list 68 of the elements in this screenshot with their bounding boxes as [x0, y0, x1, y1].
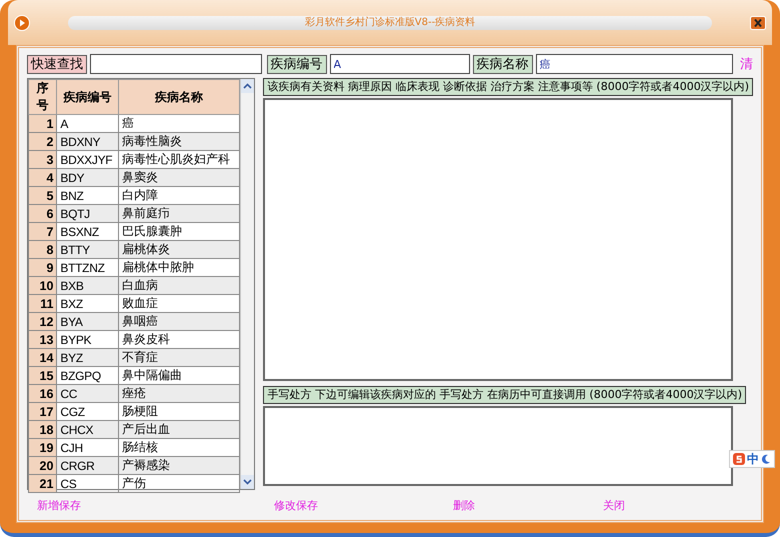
table-cell: CC: [56, 384, 118, 402]
scroll-down-icon[interactable]: [241, 475, 254, 489]
moon-icon[interactable]: [761, 454, 771, 464]
table-cell: 鼻咽癌: [118, 312, 240, 330]
action-link[interactable]: 删除: [453, 498, 475, 512]
action-link[interactable]: 新增保存: [37, 498, 81, 512]
table-cell: 18: [28, 420, 57, 438]
table-cell: 3: [28, 150, 57, 168]
disease-code-field[interactable]: A: [330, 54, 470, 74]
table-cell: 15: [28, 366, 57, 384]
prescription-text-area[interactable]: [263, 406, 734, 486]
table-cell: BYZ: [56, 348, 118, 366]
table-cell: 鼻窦炎: [118, 168, 240, 186]
table-cell: 白血病: [118, 276, 240, 294]
action-link[interactable]: 修改保存: [274, 498, 318, 512]
window-title: 彩月软件乡村门诊标准版V8--疾病资料: [68, 16, 712, 30]
table-cell: 9: [28, 258, 57, 276]
table-cell: 痤疮: [118, 384, 240, 402]
quick-search-field[interactable]: [90, 54, 262, 74]
play-icon[interactable]: [14, 14, 30, 30]
table-cell: 19: [28, 438, 57, 456]
table-cell: 16: [28, 384, 57, 402]
table-cell: CRGR: [56, 456, 118, 474]
table-cell: 产后出血: [118, 420, 240, 438]
column-header: 序号: [28, 80, 57, 114]
table-cell: BQTJ: [56, 204, 118, 222]
table-cell: 14: [28, 348, 57, 366]
table-cell: 产伤: [118, 474, 240, 492]
table-cell: 7: [28, 222, 57, 240]
column-header: 疾病编号: [56, 80, 118, 114]
column-header: 疾病名称: [118, 80, 240, 114]
table-cell: 产褥感染: [118, 456, 240, 474]
disease-name-label: 疾病名称: [472, 54, 533, 74]
table-cell: CHCX: [56, 420, 118, 438]
table-cell: BTTY: [56, 240, 118, 258]
table-cell: CS: [56, 474, 118, 492]
table-cell: BDXNY: [56, 132, 118, 150]
ime-logo-icon[interactable]: [733, 453, 745, 465]
table-cell: 不育症: [118, 348, 240, 366]
table-cell: 病毒性脑炎: [118, 132, 240, 150]
table-cell: 6: [28, 204, 57, 222]
table-cell: 13: [28, 330, 57, 348]
table-cell: 1: [28, 114, 57, 132]
table-cell: BXB: [56, 276, 118, 294]
prescription-label: 手写处方 下边可编辑该疾病对应的 手写处方 在病历中可直接调用 (8000字符或者4000汉字以内): [263, 386, 746, 404]
table-cell: 12: [28, 312, 57, 330]
clear-link[interactable]: 清: [740, 55, 753, 73]
table-cell: 10: [28, 276, 57, 294]
table-cell: 4: [28, 168, 57, 186]
scroll-up-icon[interactable]: [241, 79, 254, 93]
disease-code-label: 疾病编号: [266, 54, 327, 74]
table-cell: 鼻前庭疖: [118, 204, 240, 222]
quick-search-label: 快速查找: [27, 54, 87, 74]
table-cell: 扁桃体炎: [118, 240, 240, 258]
table-cell: BYA: [56, 312, 118, 330]
disease-name-field[interactable]: 癌: [536, 54, 733, 74]
details-text-area[interactable]: [263, 98, 734, 381]
action-link[interactable]: 关闭: [603, 498, 625, 512]
table-cell: 8: [28, 240, 57, 258]
table-cell: 17: [28, 402, 57, 420]
table-cell: 5: [28, 186, 57, 204]
table-cell: 11: [28, 294, 57, 312]
details-label: 该疾病有关资料 病理原因 临床表现 诊断依据 治疗方案 注意事项等 (8000字符或者4000汉字以内): [263, 78, 753, 96]
table-cell: 21: [28, 474, 57, 492]
table-cell: BDY: [56, 168, 118, 186]
close-icon[interactable]: [750, 16, 766, 30]
table-cell: 2: [28, 132, 57, 150]
table-cell: 20: [28, 456, 57, 474]
